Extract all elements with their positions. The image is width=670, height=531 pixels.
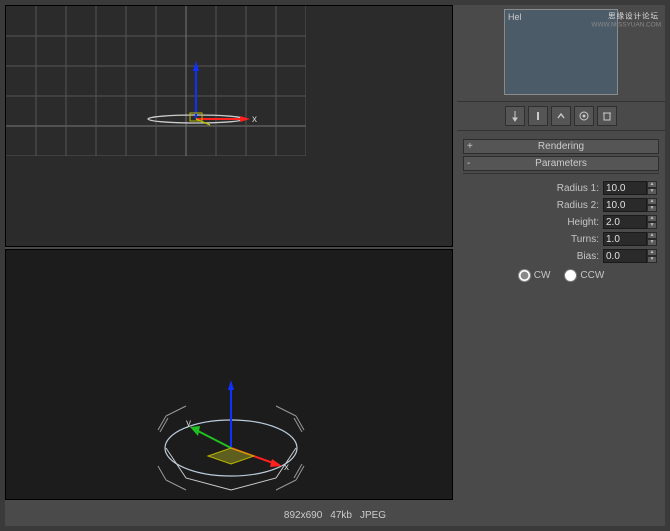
info-icon[interactable] xyxy=(528,106,548,126)
object-preview: Hel 思缘设计论坛 WWW.MISSYUAN.COM xyxy=(504,9,618,95)
axis-x-label: x xyxy=(252,114,257,125)
height-label: Height: xyxy=(567,217,599,228)
rollout-parameters[interactable]: Parameters xyxy=(463,156,659,171)
viewports: x x y xyxy=(5,5,453,500)
ccw-radio[interactable] xyxy=(564,269,577,282)
spinner-down-icon[interactable]: ▼ xyxy=(647,239,657,246)
turns-input[interactable] xyxy=(603,232,647,246)
cw-option[interactable]: CW xyxy=(518,269,551,282)
bias-input[interactable] xyxy=(603,249,647,263)
spinner-up-icon[interactable]: ▲ xyxy=(647,215,657,222)
link-icon[interactable] xyxy=(551,106,571,126)
spinner-up-icon[interactable]: ▲ xyxy=(647,249,657,256)
spinner-up-icon[interactable]: ▲ xyxy=(647,181,657,188)
object-name-label: Hel xyxy=(508,12,522,22)
rollout-parameters-title: Parameters xyxy=(535,158,587,169)
command-panel: Hel 思缘设计论坛 WWW.MISSYUAN.COM Rendering Pa… xyxy=(457,5,665,500)
delete-icon[interactable] xyxy=(597,106,617,126)
spinner-down-icon[interactable]: ▼ xyxy=(647,188,657,195)
parameters-body: Radius 1: ▲▼ Radius 2: ▲▼ Height: ▲▼ Tur… xyxy=(463,173,659,288)
watermark-text: 思缘设计论坛 xyxy=(608,10,659,21)
color-icon[interactable] xyxy=(574,106,594,126)
radius1-label: Radius 1: xyxy=(557,183,599,194)
radius2-label: Radius 2: xyxy=(557,200,599,211)
footer-format: JPEG xyxy=(360,510,386,521)
expand-icon xyxy=(467,140,473,153)
helix-gizmo-front[interactable]: x xyxy=(146,61,286,141)
bias-label: Bias: xyxy=(577,251,599,262)
image-footer: 892x690 47kb JPEG xyxy=(5,504,665,526)
footer-dimensions: 892x690 xyxy=(284,510,322,521)
pin-icon[interactable] xyxy=(505,106,525,126)
ccw-option[interactable]: CCW xyxy=(564,269,604,282)
collapse-icon xyxy=(467,157,470,170)
watermark-url: WWW.MISSYUAN.COM xyxy=(591,21,661,28)
spinner-down-icon[interactable]: ▼ xyxy=(647,256,657,263)
cw-radio[interactable] xyxy=(518,269,531,282)
viewport-perspective[interactable]: x y xyxy=(5,249,453,500)
rollout-rendering-title: Rendering xyxy=(538,141,584,152)
spinner-up-icon[interactable]: ▲ xyxy=(647,198,657,205)
axis-y-label-p: y xyxy=(186,418,191,429)
spinner-down-icon[interactable]: ▼ xyxy=(647,205,657,212)
viewport-front[interactable]: x xyxy=(5,5,453,247)
axis-x-label-p: x xyxy=(284,462,289,473)
spinner-up-icon[interactable]: ▲ xyxy=(647,232,657,239)
height-input[interactable] xyxy=(603,215,647,229)
rollout-rendering[interactable]: Rendering xyxy=(463,139,659,154)
radius1-input[interactable] xyxy=(603,181,647,195)
radius2-input[interactable] xyxy=(603,198,647,212)
spinner-down-icon[interactable]: ▼ xyxy=(647,222,657,229)
footer-size: 47kb xyxy=(330,510,352,521)
object-color-toolbar xyxy=(457,101,665,131)
helix-gizmo-perspective[interactable]: x y xyxy=(116,360,346,500)
turns-label: Turns: xyxy=(571,234,599,245)
